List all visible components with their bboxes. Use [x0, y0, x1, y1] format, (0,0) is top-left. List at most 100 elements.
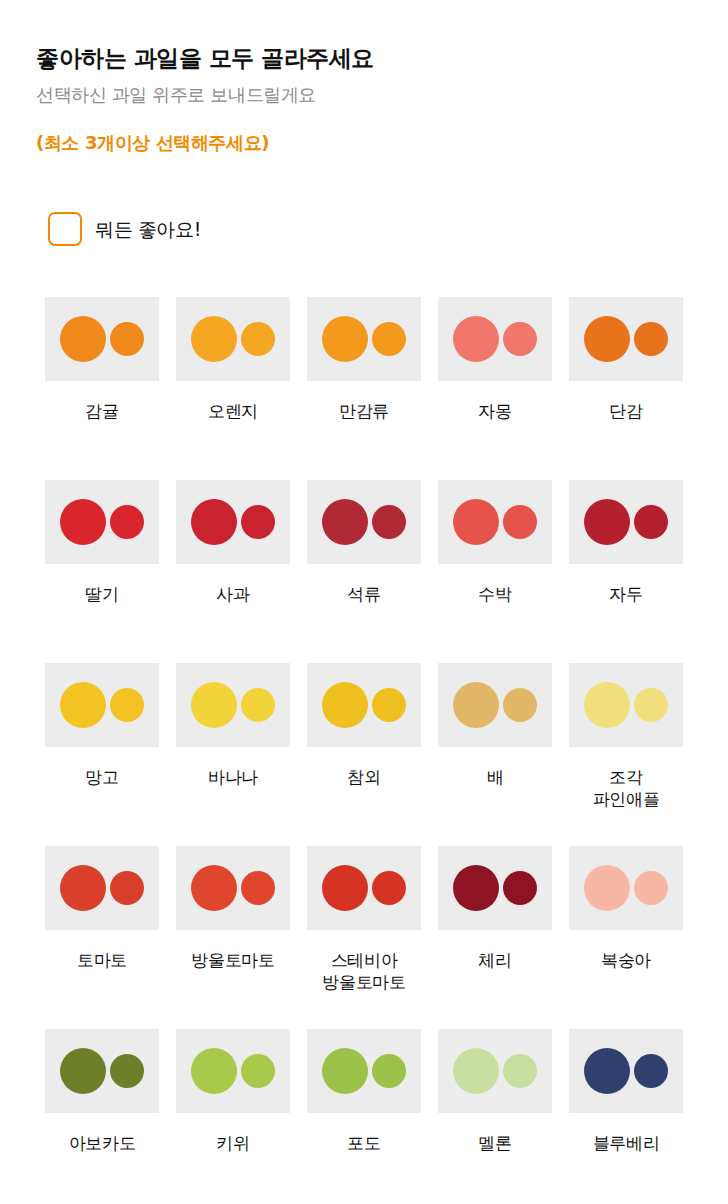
fruit-shape — [322, 865, 368, 911]
fruit-card[interactable]: 토마토 — [45, 846, 159, 1029]
fruit-photo — [45, 846, 159, 930]
fruit-shape — [60, 316, 106, 362]
any-fruit-option[interactable]: 뭐든 좋아요! — [48, 212, 728, 246]
fruit-photo — [569, 663, 683, 747]
fruit-label: 블루베리 — [593, 1132, 659, 1154]
fruit-label: 망고 — [85, 766, 118, 788]
fruit-shape — [372, 505, 406, 539]
fruit-shape — [110, 871, 144, 905]
fruit-shape — [322, 682, 368, 728]
fruit-card[interactable]: 배 — [438, 663, 552, 846]
fruit-card[interactable]: 석류 — [307, 480, 421, 663]
fruit-card[interactable]: 체리 — [438, 846, 552, 1029]
fruit-photo — [438, 480, 552, 564]
fruit-card[interactable]: 키위 — [176, 1029, 290, 1204]
fruit-card[interactable]: 복숭아 — [569, 846, 683, 1029]
fruit-card[interactable]: 참외 — [307, 663, 421, 846]
fruit-photo — [438, 297, 552, 381]
fruit-shape — [584, 316, 630, 362]
fruit-card[interactable]: 만감류 — [307, 297, 421, 480]
fruit-shape — [322, 1048, 368, 1094]
fruit-card[interactable]: 감귤 — [45, 297, 159, 480]
fruit-photo — [176, 297, 290, 381]
fruit-shape — [453, 1048, 499, 1094]
fruit-card[interactable]: 딸기 — [45, 480, 159, 663]
fruit-card[interactable]: 방울토마토 — [176, 846, 290, 1029]
fruit-shape — [453, 499, 499, 545]
fruit-shape — [322, 316, 368, 362]
fruit-photo — [176, 480, 290, 564]
fruit-shape — [503, 1054, 537, 1088]
fruit-photo — [569, 1029, 683, 1113]
fruit-photo — [176, 1029, 290, 1113]
fruit-photo — [438, 1029, 552, 1113]
fruit-card[interactable]: 오렌지 — [176, 297, 290, 480]
fruit-label: 오렌지 — [208, 400, 258, 422]
fruit-shape — [191, 682, 237, 728]
fruit-label: 복숭아 — [601, 949, 651, 971]
any-fruit-label: 뭐든 좋아요! — [95, 216, 201, 242]
page-title: 좋아하는 과일을 모두 골라주세요 — [36, 42, 728, 74]
fruit-shape — [110, 505, 144, 539]
fruit-label: 키위 — [216, 1132, 249, 1154]
fruit-grid: 감귤 오렌지 만감류 자몽 단감딸기 사과석류수박 자두망고 바나나참외 배 조각 파인애플토마토… — [45, 297, 728, 1204]
fruit-photo — [307, 480, 421, 564]
fruit-shape — [634, 688, 668, 722]
fruit-shape — [503, 688, 537, 722]
fruit-shape — [241, 871, 275, 905]
any-fruit-checkbox[interactable] — [48, 212, 82, 246]
fruit-shape — [584, 865, 630, 911]
fruit-card[interactable]: 망고 — [45, 663, 159, 846]
fruit-label: 배 — [487, 766, 504, 788]
fruit-card[interactable]: 조각 파인애플 — [569, 663, 683, 846]
fruit-label: 참외 — [347, 766, 380, 788]
fruit-shape — [584, 682, 630, 728]
fruit-label: 방울토마토 — [191, 949, 274, 971]
fruit-photo — [45, 297, 159, 381]
fruit-shape — [584, 1048, 630, 1094]
fruit-shape — [634, 322, 668, 356]
fruit-shape — [372, 322, 406, 356]
fruit-shape — [241, 505, 275, 539]
fruit-shape — [60, 865, 106, 911]
fruit-card[interactable]: 스테비아 방울토마토 — [307, 846, 421, 1029]
fruit-card[interactable]: 자몽 — [438, 297, 552, 480]
fruit-preference-page: 좋아하는 과일을 모두 골라주세요선택하신 과일 위주로 보내드릴게요(최소 3… — [0, 0, 728, 1204]
fruit-label: 자몽 — [478, 400, 511, 422]
fruit-photo — [307, 297, 421, 381]
fruit-shape — [60, 499, 106, 545]
fruit-shape — [503, 505, 537, 539]
fruit-label: 만감류 — [339, 400, 389, 422]
fruit-shape — [453, 865, 499, 911]
fruit-photo — [45, 663, 159, 747]
fruit-shape — [503, 322, 537, 356]
fruit-card[interactable]: 멜론 — [438, 1029, 552, 1204]
fruit-label: 딸기 — [85, 583, 118, 605]
fruit-label: 멜론 — [478, 1132, 511, 1154]
fruit-shape — [191, 316, 237, 362]
fruit-label: 포도 — [347, 1132, 380, 1154]
fruit-card[interactable]: 바나나 — [176, 663, 290, 846]
fruit-shape — [634, 505, 668, 539]
fruit-shape — [241, 688, 275, 722]
fruit-card[interactable]: 블루베리 — [569, 1029, 683, 1204]
fruit-shape — [110, 322, 144, 356]
fruit-shape — [453, 682, 499, 728]
fruit-photo — [569, 846, 683, 930]
fruit-card[interactable]: 사과 — [176, 480, 290, 663]
fruit-label: 감귤 — [85, 400, 118, 422]
fruit-shape — [634, 1054, 668, 1088]
fruit-photo — [45, 480, 159, 564]
fruit-label: 수박 — [478, 583, 511, 605]
fruit-shape — [110, 1054, 144, 1088]
fruit-label: 아보카도 — [69, 1132, 135, 1154]
fruit-card[interactable]: 단감 — [569, 297, 683, 480]
fruit-card[interactable]: 자두 — [569, 480, 683, 663]
fruit-card[interactable]: 아보카도 — [45, 1029, 159, 1204]
fruit-label: 조각 파인애플 — [593, 766, 659, 810]
fruit-card[interactable]: 수박 — [438, 480, 552, 663]
fruit-photo — [45, 1029, 159, 1113]
fruit-shape — [372, 1054, 406, 1088]
fruit-card[interactable]: 포도 — [307, 1029, 421, 1204]
fruit-shape — [60, 1048, 106, 1094]
